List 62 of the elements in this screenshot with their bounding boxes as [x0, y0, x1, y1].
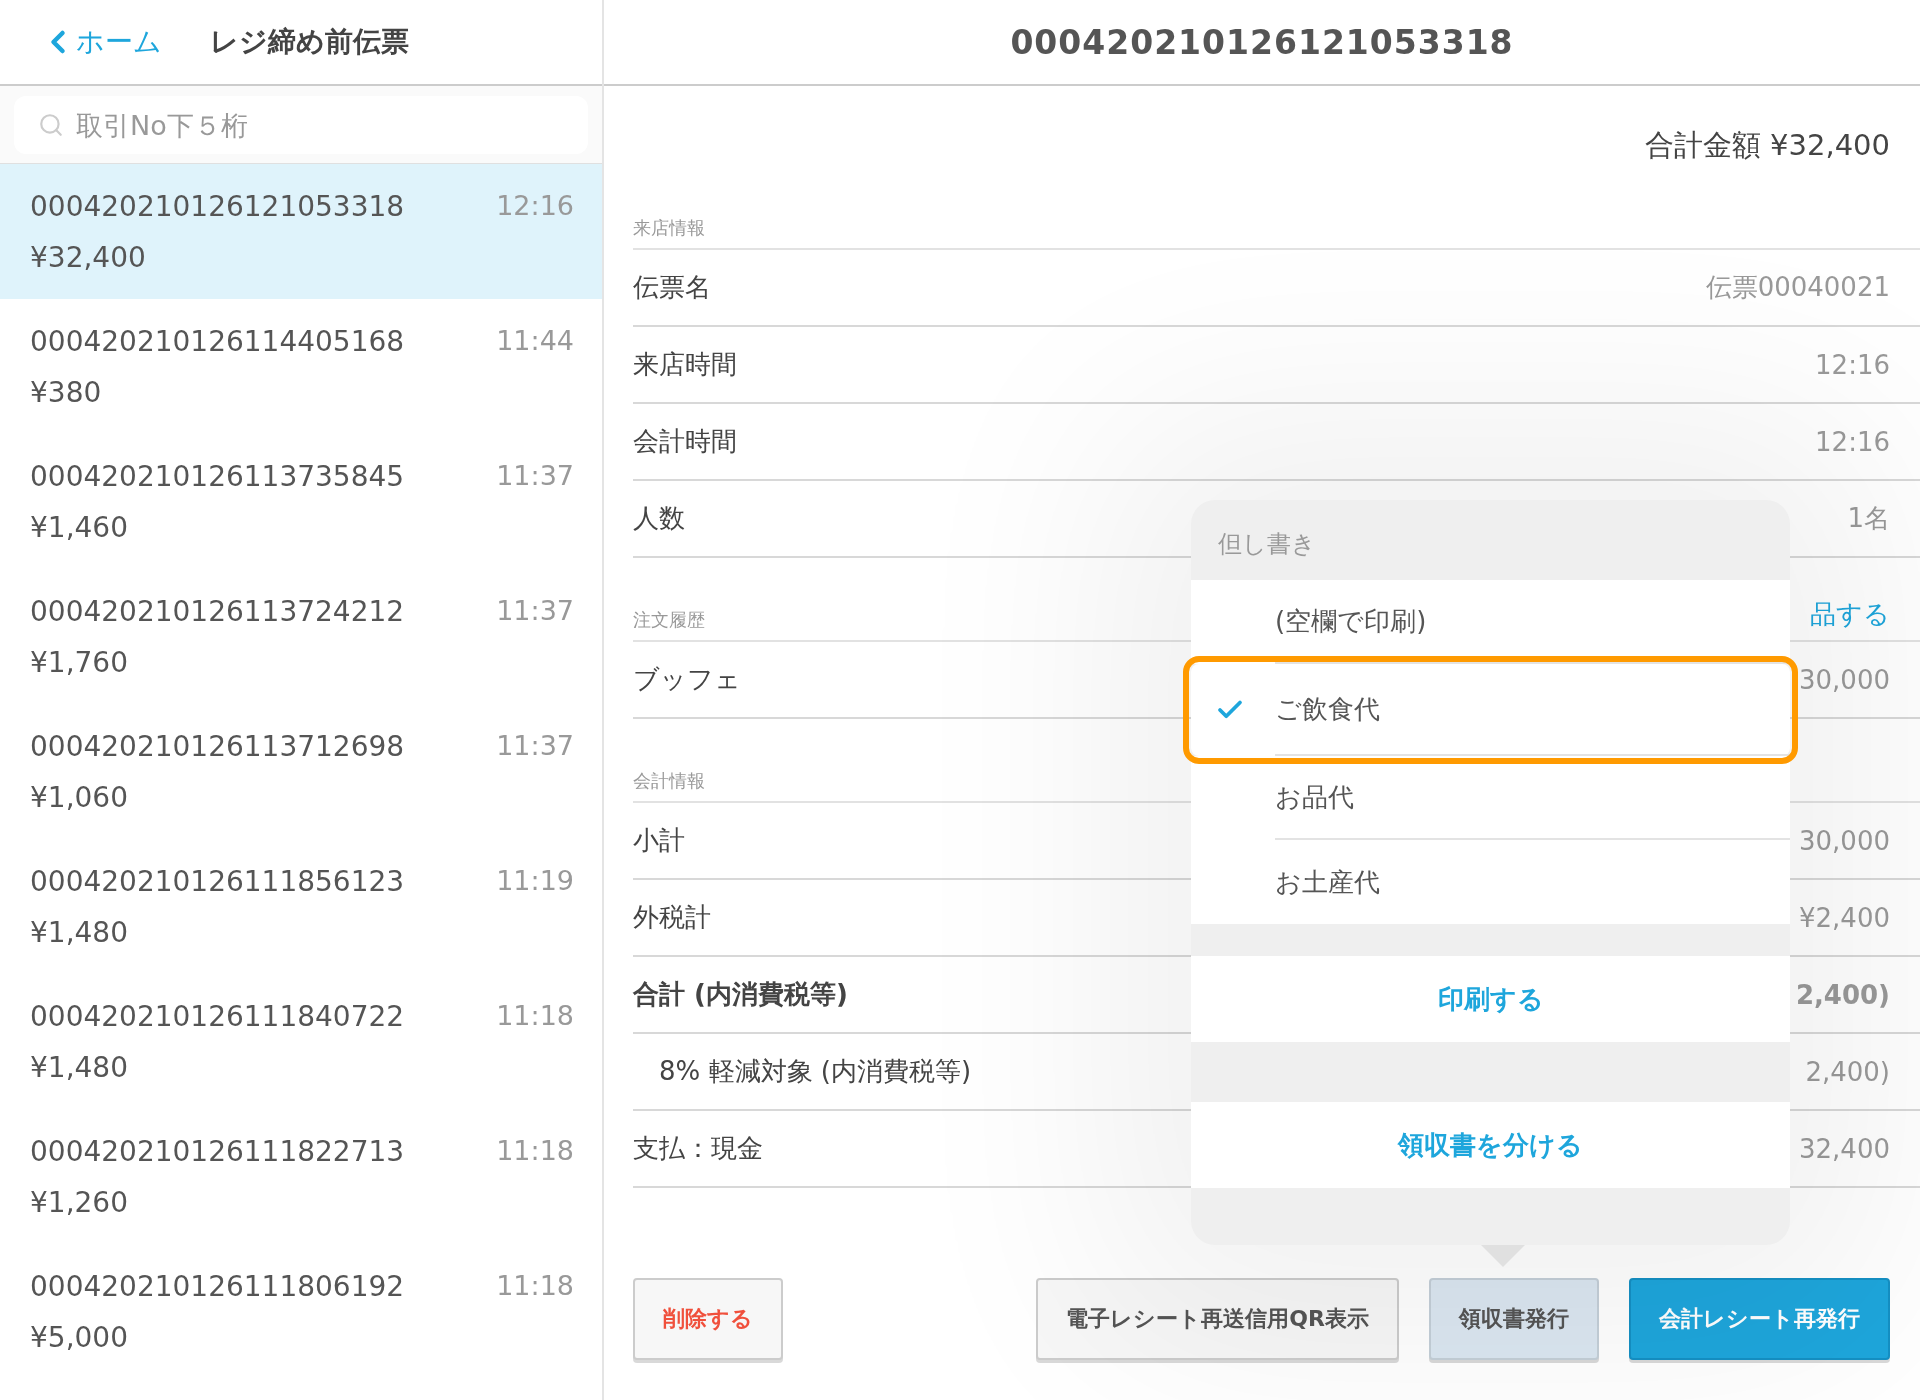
- transaction-time: 11:18: [496, 999, 574, 1031]
- transaction-amount: ¥32,400: [30, 240, 147, 274]
- total-amount: 合計金額 ¥32,400: [1644, 127, 1890, 164]
- transaction-number: 000420210126111840722: [30, 999, 406, 1033]
- row-value: 30,000: [1799, 664, 1890, 695]
- transaction-number: 000420210126111806192: [30, 1269, 406, 1303]
- transaction-number: 000420210126111822713: [30, 1134, 406, 1168]
- screen-title: レジ締め前伝票: [210, 24, 409, 60]
- transaction-amount: ¥1,480: [30, 1050, 129, 1084]
- section-label: 来店情報: [633, 216, 705, 240]
- row-label: 伝票名: [633, 271, 711, 304]
- row-label: 会計時間: [633, 425, 737, 458]
- row-label: 小計: [633, 824, 685, 857]
- transaction-time: 11:37: [496, 459, 574, 491]
- row-value: 32,400: [1799, 1133, 1890, 1164]
- purpose-option[interactable]: (空欄で印刷): [1191, 580, 1790, 664]
- transaction-number: 000420210126121053318: [30, 189, 406, 223]
- row-label: 合計 (内消費税等): [633, 978, 848, 1011]
- search-icon: [38, 112, 64, 138]
- transaction-time: 11:44: [496, 324, 574, 356]
- search-field[interactable]: 取引No下５桁: [14, 96, 588, 154]
- transaction-amount: ¥1,260: [30, 1185, 129, 1219]
- section-label: 注文履歴: [633, 608, 705, 632]
- detail-title: 000420210126121053318: [1010, 22, 1514, 62]
- row-value: 1名: [1847, 502, 1890, 535]
- row-value: 伝票00040021: [1705, 271, 1890, 304]
- row-value: ¥2,400: [1799, 902, 1890, 933]
- transaction-time: 11:19: [496, 864, 574, 896]
- transaction-time: 11:18: [496, 1134, 574, 1166]
- row-label: 人数: [633, 502, 685, 535]
- transaction-number: 000420210126114405168: [30, 324, 406, 358]
- row-value: 2,400): [1795, 979, 1890, 1010]
- row-label: 外税計: [633, 901, 711, 934]
- purpose-option[interactable]: お土産代: [1191, 840, 1790, 924]
- popover-title: 但し書き: [1217, 529, 1317, 560]
- transaction-number: 000420210126111856123: [30, 864, 406, 898]
- row-label: 8% 軽減対象 (内消費税等): [658, 1055, 972, 1088]
- transaction-amount: ¥1,460: [30, 510, 129, 544]
- transaction-amount: ¥1,760: [30, 645, 129, 679]
- row-label: 支払：現金: [633, 1132, 763, 1165]
- row-label: ブッフェ: [633, 663, 741, 696]
- transaction-time: 11:37: [496, 729, 574, 761]
- section-label: 会計情報: [633, 769, 705, 793]
- transaction-time: 11:37: [496, 594, 574, 626]
- row-value: 2,400): [1805, 1056, 1890, 1087]
- transaction-amount: ¥380: [30, 375, 103, 409]
- purpose-option[interactable]: お品代: [1191, 756, 1790, 840]
- transaction-number: 000420210126113724212: [30, 594, 406, 628]
- transaction-amount: ¥5,000: [30, 1320, 129, 1354]
- row-label: 来店時間: [633, 348, 737, 381]
- action-button[interactable]: 領収書発行: [1429, 1278, 1599, 1360]
- row-value: 12:16: [1815, 426, 1890, 457]
- transaction-item[interactable]: 000420210126121053318 12:16 ¥32,400: [0, 164, 602, 299]
- transaction-amount: ¥1,480: [30, 915, 129, 949]
- transaction-amount: ¥1,060: [30, 780, 129, 814]
- row-value: 12:16: [1815, 349, 1890, 380]
- row-value: 30,000: [1799, 825, 1890, 856]
- action-button[interactable]: 電子レシート再送信用QR表示: [1036, 1278, 1399, 1360]
- transaction-time: 11:18: [496, 1269, 574, 1301]
- transaction-time: 12:16: [496, 189, 574, 221]
- transaction-number: 000420210126113735845: [30, 459, 406, 493]
- transaction-number: 000420210126113712698: [30, 729, 406, 763]
